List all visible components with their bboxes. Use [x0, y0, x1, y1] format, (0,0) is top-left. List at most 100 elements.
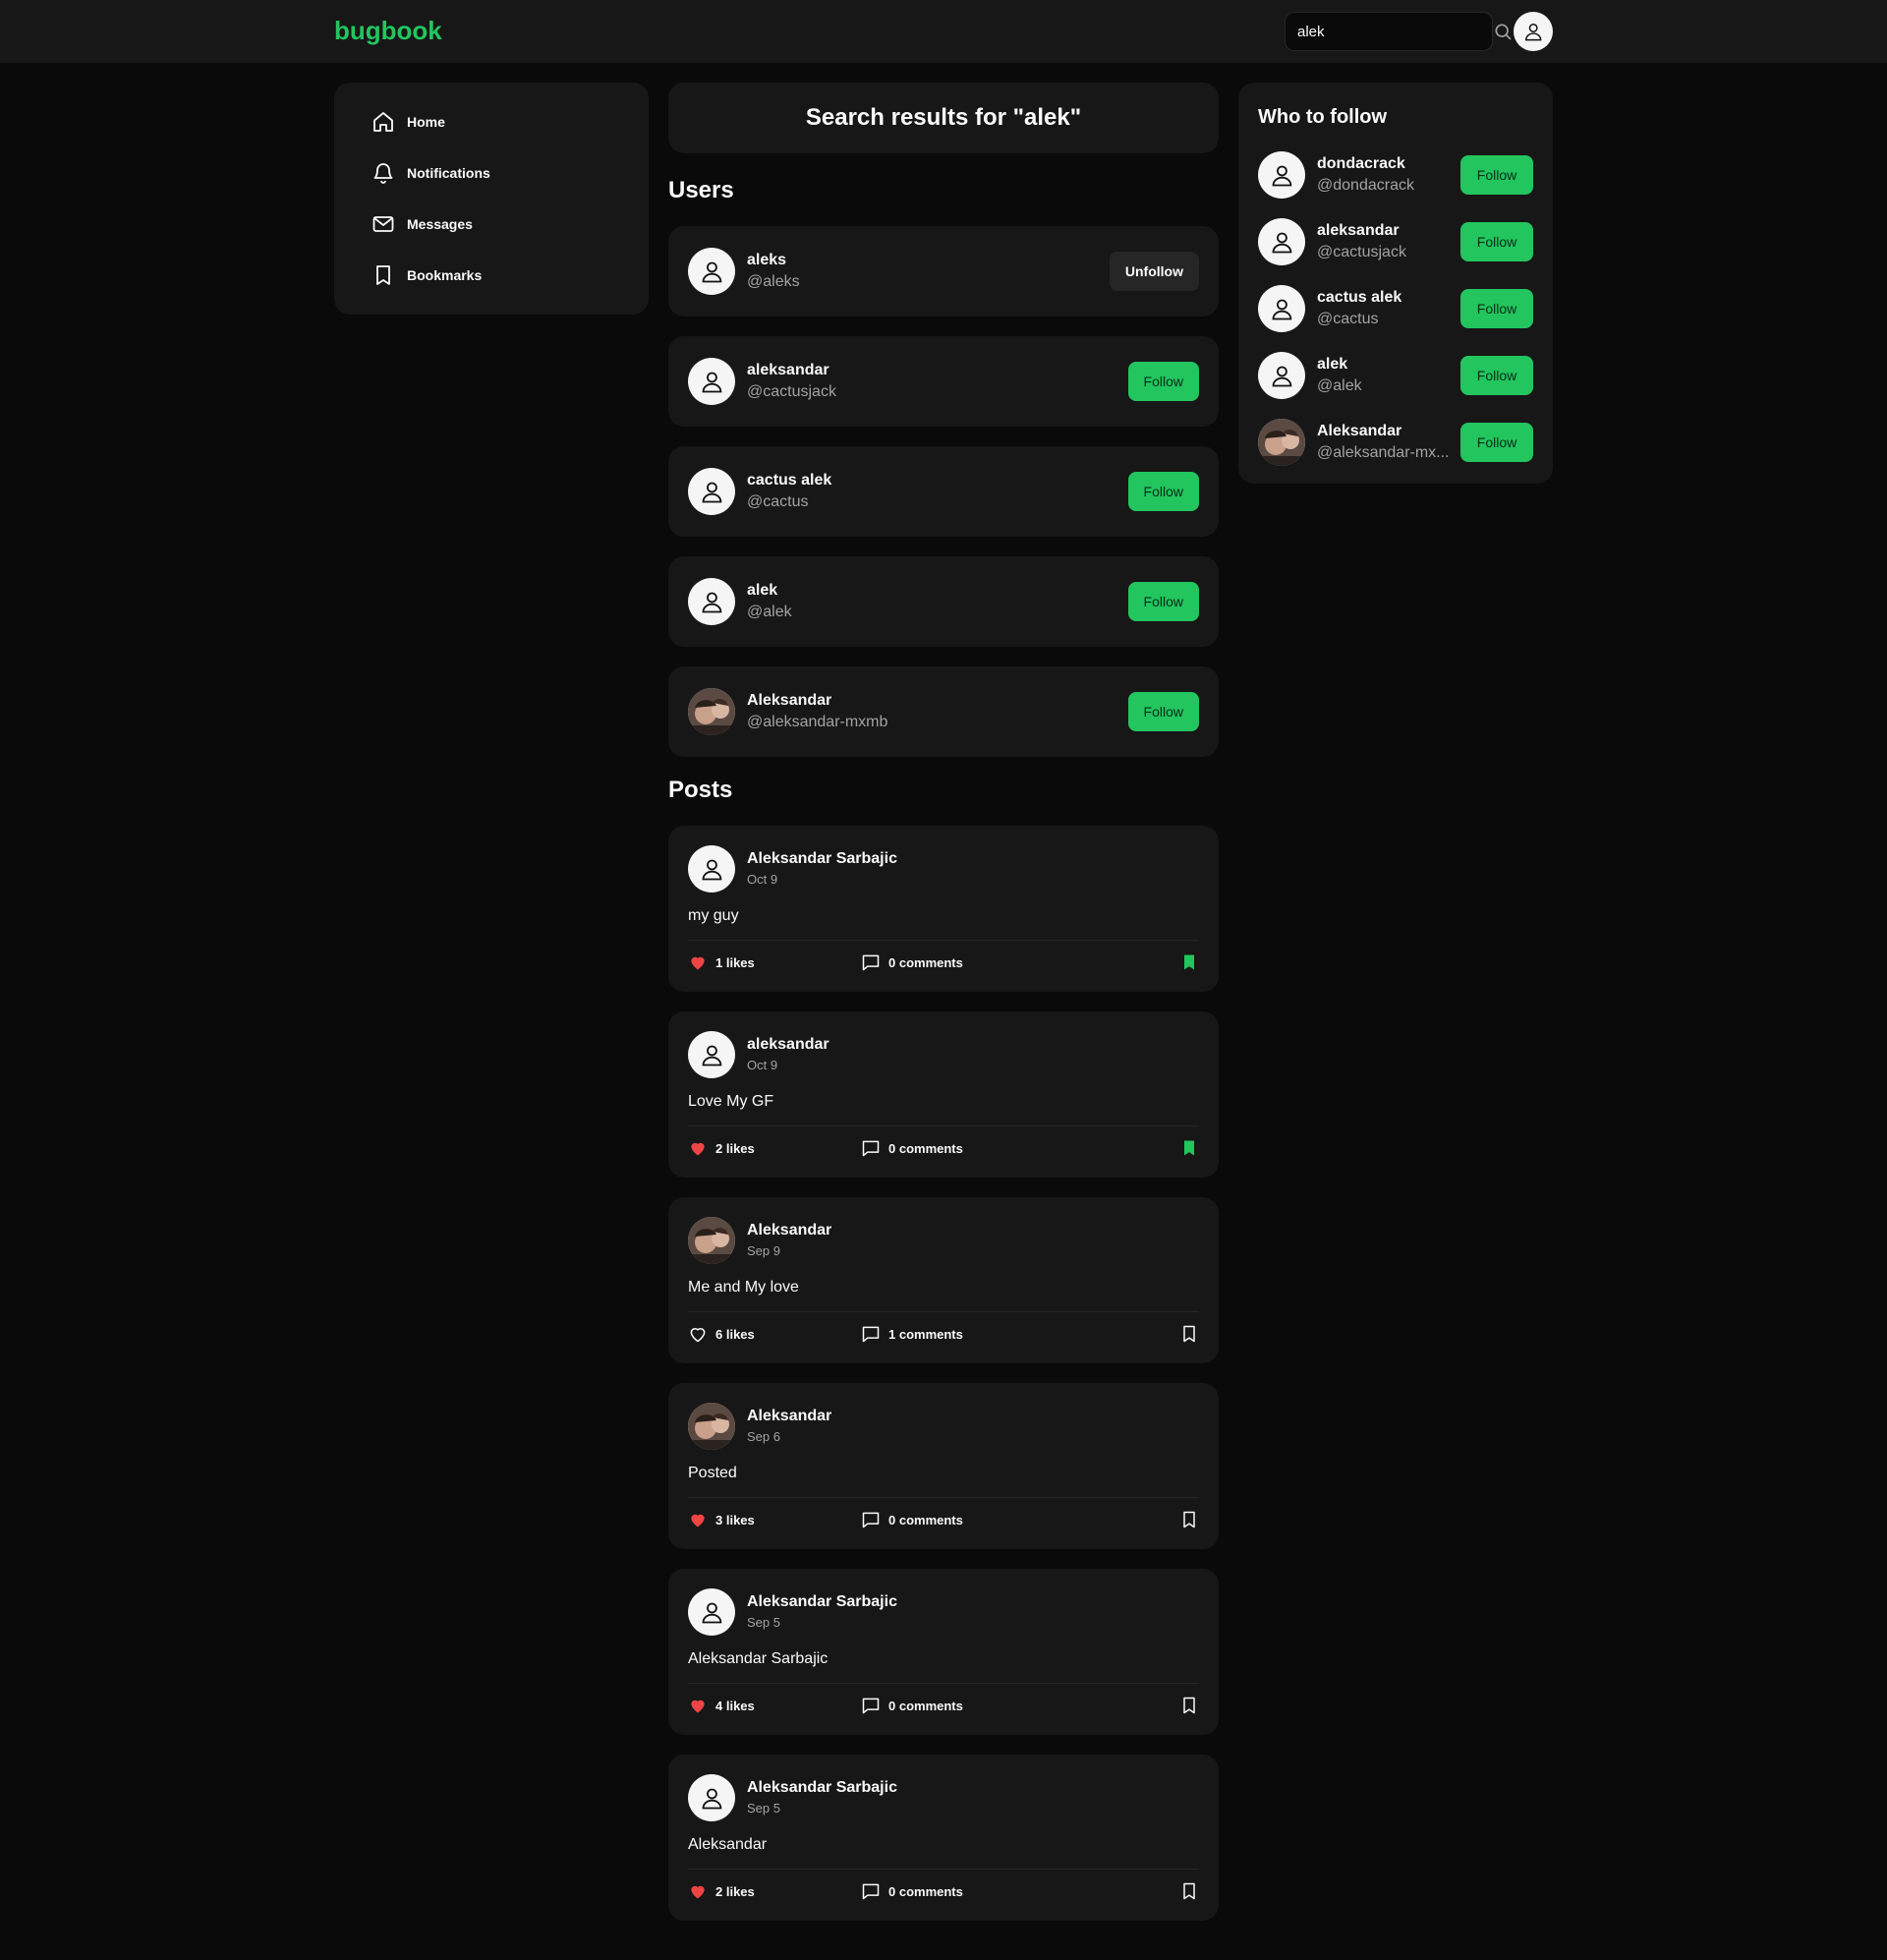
suggested-user-name[interactable]: alek — [1317, 354, 1460, 375]
avatar[interactable] — [1258, 218, 1305, 265]
comments-button[interactable]: 0 comments — [861, 1138, 963, 1158]
post-author[interactable]: Aleksandar — [747, 1406, 831, 1427]
avatar[interactable] — [688, 468, 735, 515]
bookmark-icon[interactable] — [1179, 1881, 1199, 1901]
follow-button[interactable]: Follow — [1127, 582, 1199, 621]
post-date[interactable]: Oct 9 — [747, 870, 897, 890]
post-date[interactable]: Sep 6 — [747, 1427, 831, 1447]
comments-button[interactable]: 0 comments — [861, 1696, 963, 1715]
author-avatar[interactable] — [688, 1588, 735, 1636]
user-icon — [702, 261, 721, 282]
bookmark-icon[interactable] — [1179, 952, 1199, 972]
post-body: Love My GF — [688, 1093, 774, 1110]
follow-button[interactable]: Follow — [1127, 362, 1199, 401]
home-icon — [372, 110, 395, 134]
follow-button[interactable]: Follow — [1460, 289, 1533, 328]
avatar[interactable] — [688, 358, 735, 405]
user-card[interactable]: aleks @aleks Unfollow — [668, 226, 1219, 317]
who-to-follow-title: Who to follow — [1258, 106, 1388, 128]
comments-button[interactable]: 1 comments — [861, 1324, 963, 1344]
post-date[interactable]: Sep 5 — [747, 1799, 897, 1818]
follow-button[interactable]: Follow — [1460, 356, 1533, 395]
user-name[interactable]: aleks — [747, 250, 1110, 271]
comment-icon — [861, 1138, 881, 1158]
author-avatar[interactable] — [688, 1403, 735, 1450]
user-card[interactable]: cactus alek @cactus Follow — [668, 446, 1219, 537]
post-author[interactable]: Aleksandar — [747, 1220, 831, 1241]
user-handle: @alek — [747, 604, 792, 620]
comments-button[interactable]: 0 comments — [861, 1881, 963, 1901]
suggested-user-name[interactable]: Aleksandar — [1317, 421, 1460, 442]
post-body: Aleksandar Sarbajic — [688, 1650, 829, 1667]
follow-button[interactable]: Follow — [1460, 155, 1533, 195]
nav-item-notifications[interactable]: Notifications — [352, 147, 631, 199]
nav-item-label: Messages — [407, 216, 473, 232]
user-name[interactable]: cactus alek — [747, 470, 1128, 491]
bookmark-icon[interactable] — [1179, 1138, 1199, 1158]
avatar[interactable] — [1258, 352, 1305, 399]
follow-button[interactable]: Follow — [1127, 692, 1199, 731]
comments-button[interactable]: 0 comments — [861, 952, 963, 972]
post-author[interactable]: Aleksandar Sarbajic — [747, 848, 897, 870]
user-name[interactable]: alek — [747, 580, 1128, 602]
user-menu-avatar[interactable] — [1514, 12, 1553, 51]
suggested-user-name[interactable]: dondacrack — [1317, 153, 1460, 175]
heart-icon — [688, 1510, 708, 1529]
like-button[interactable]: 3 likes — [688, 1510, 861, 1529]
like-button[interactable]: 4 likes — [688, 1696, 861, 1715]
avatar[interactable] — [1258, 151, 1305, 199]
user-icon — [702, 482, 721, 502]
post-author[interactable]: Aleksandar Sarbajic — [747, 1591, 897, 1613]
post-date[interactable]: Sep 9 — [747, 1241, 831, 1261]
nav-item-messages[interactable]: Messages — [352, 199, 631, 250]
suggested-user-name[interactable]: cactus alek — [1317, 287, 1460, 309]
user-name[interactable]: Aleksandar — [747, 690, 1128, 712]
nav-item-home[interactable]: Home — [352, 96, 631, 147]
user-icon — [1272, 299, 1291, 319]
avatar[interactable] — [688, 578, 735, 625]
bookmark-icon[interactable] — [1179, 1696, 1199, 1715]
logo[interactable]: bugbook — [334, 16, 442, 46]
follow-button[interactable]: Follow — [1460, 423, 1533, 462]
users-list: aleks @aleks Unfollow aleksandar @cactus… — [668, 226, 1219, 757]
post-card: Aleksandar Sep 6 Posted 3 likes 0 commen… — [668, 1383, 1219, 1549]
post-date[interactable]: Sep 5 — [747, 1613, 897, 1633]
user-icon — [702, 372, 721, 392]
like-button[interactable]: 2 likes — [688, 1138, 861, 1158]
search-icon[interactable] — [1493, 22, 1513, 41]
like-button[interactable]: 2 likes — [688, 1881, 861, 1901]
nav-item-bookmarks[interactable]: Bookmarks — [352, 250, 631, 301]
author-avatar[interactable] — [688, 1774, 735, 1821]
like-button[interactable]: 1 likes — [688, 952, 861, 972]
bookmark-icon[interactable] — [1179, 1510, 1199, 1529]
top-bar: bugbook — [0, 0, 1887, 63]
suggested-user-name[interactable]: aleksandar — [1317, 220, 1460, 242]
post-author[interactable]: aleksandar — [747, 1034, 829, 1056]
user-card[interactable]: aleksandar @cactusjack Follow — [668, 336, 1219, 427]
avatar[interactable] — [1258, 419, 1305, 466]
author-avatar[interactable] — [688, 845, 735, 893]
bookmark-icon[interactable] — [1179, 1324, 1199, 1344]
user-card[interactable]: alek @alek Follow — [668, 556, 1219, 647]
user-card[interactable]: Aleksandar @aleksandar-mxmb Follow — [668, 666, 1219, 757]
search-input[interactable] — [1297, 23, 1493, 40]
comments-button[interactable]: 0 comments — [861, 1510, 963, 1529]
like-button[interactable]: 6 likes — [688, 1324, 861, 1344]
author-avatar[interactable] — [688, 1217, 735, 1264]
suggested-user-handle: @cactus — [1317, 311, 1379, 327]
avatar[interactable] — [688, 688, 735, 735]
avatar[interactable] — [688, 248, 735, 295]
search-box[interactable] — [1285, 12, 1512, 51]
heart-icon — [688, 952, 708, 972]
author-avatar[interactable] — [688, 1031, 735, 1078]
unfollow-button[interactable]: Unfollow — [1109, 252, 1199, 291]
follow-button[interactable]: Follow — [1460, 222, 1533, 261]
post-body: Me and My love — [688, 1279, 799, 1296]
user-icon — [1272, 165, 1291, 186]
follow-button[interactable]: Follow — [1127, 472, 1199, 511]
post-date[interactable]: Oct 9 — [747, 1056, 829, 1075]
post-author[interactable]: Aleksandar Sarbajic — [747, 1777, 897, 1799]
user-name[interactable]: aleksandar — [747, 360, 1128, 381]
avatar[interactable] — [1258, 285, 1305, 332]
comment-count: 0 comments — [888, 954, 963, 970]
